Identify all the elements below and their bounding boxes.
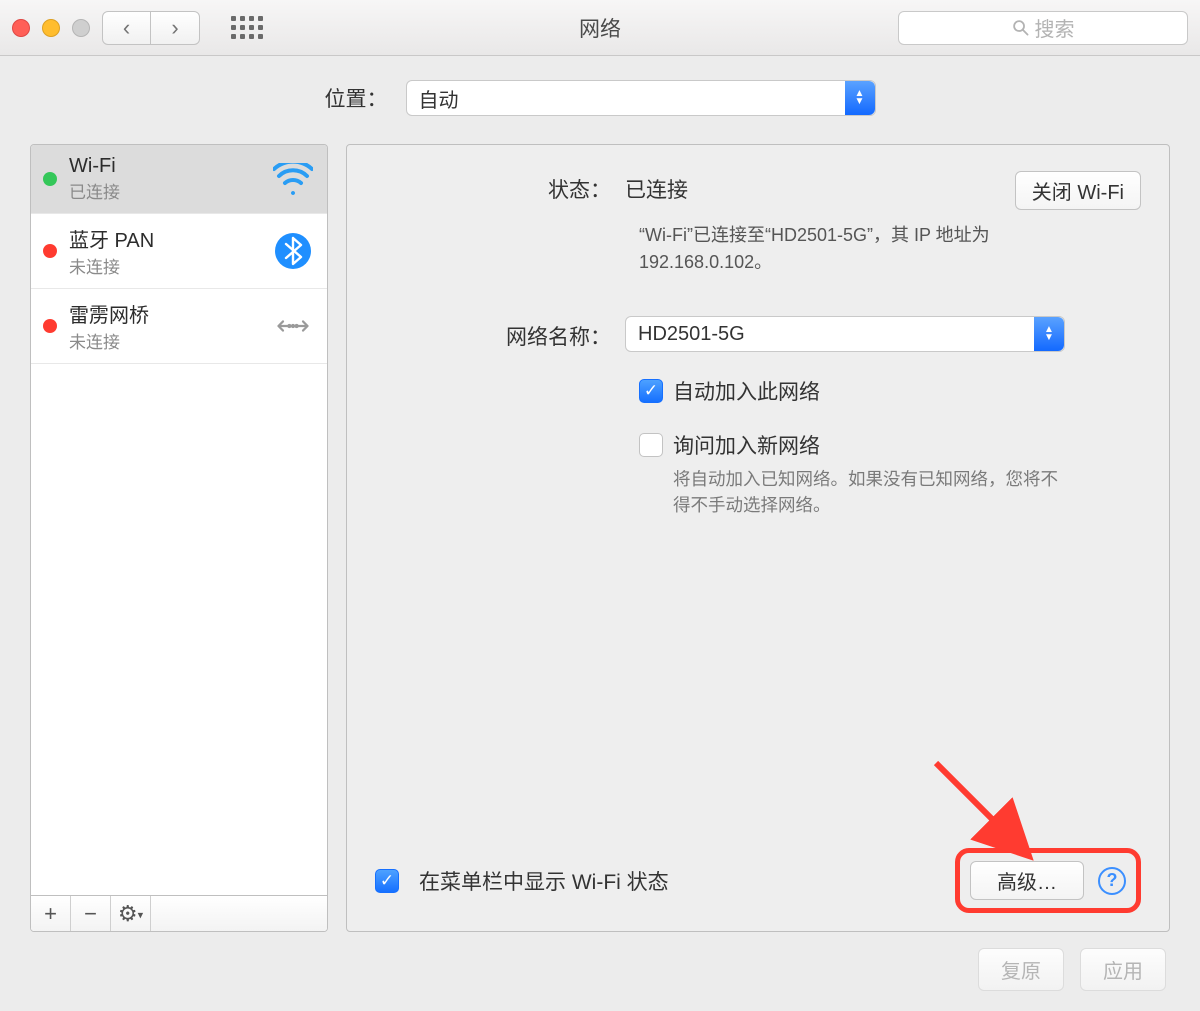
location-label: 位置： bbox=[325, 83, 388, 113]
service-actions-button[interactable]: ⚙︎▾ bbox=[111, 896, 151, 931]
add-service-button[interactable]: + bbox=[31, 896, 71, 931]
grid-icon bbox=[231, 16, 263, 39]
revert-button[interactable]: 复原 bbox=[978, 948, 1064, 991]
search-input[interactable]: 搜索 bbox=[898, 11, 1188, 45]
show-all-button[interactable] bbox=[212, 11, 282, 45]
network-name-value: HD2501-5G bbox=[638, 323, 745, 346]
service-toolbar: + − ⚙︎▾ bbox=[31, 895, 327, 931]
service-item-bluetooth-pan[interactable]: 蓝牙 PAN 未连接 bbox=[31, 214, 327, 289]
service-name: Wi-Fi bbox=[69, 155, 261, 178]
detail-panel: 状态： 已连接 关闭 Wi-Fi “Wi-Fi”已连接至“HD2501-5G”，… bbox=[346, 144, 1170, 932]
status-description: “Wi-Fi”已连接至“HD2501-5G”，其 IP 地址为 192.168.… bbox=[639, 222, 1069, 276]
service-status: 未连接 bbox=[69, 328, 261, 353]
location-select[interactable]: 自动 ▲▼ bbox=[406, 80, 876, 116]
bluetooth-icon bbox=[273, 231, 313, 271]
annotation-highlight: 高级… ? bbox=[955, 848, 1141, 913]
window-controls bbox=[12, 19, 90, 37]
service-status: 已连接 bbox=[69, 178, 261, 203]
service-name: 雷雳网桥 bbox=[69, 299, 261, 328]
chevron-up-down-icon: ▲▼ bbox=[1034, 317, 1064, 351]
search-icon bbox=[1012, 19, 1029, 36]
menubar-checkbox[interactable]: ✓ bbox=[375, 869, 399, 893]
status-dot-icon bbox=[43, 319, 57, 333]
titlebar: ‹ › 网络 搜索 bbox=[0, 0, 1200, 56]
service-name: 蓝牙 PAN bbox=[69, 224, 261, 253]
status-label: 状态： bbox=[375, 171, 625, 204]
status-value: 已连接 bbox=[625, 171, 688, 204]
apply-button[interactable]: 应用 bbox=[1080, 948, 1166, 991]
status-dot-icon bbox=[43, 172, 57, 186]
service-status: 未连接 bbox=[69, 253, 261, 278]
wifi-toggle-button[interactable]: 关闭 Wi-Fi bbox=[1015, 171, 1141, 210]
auto-join-label: 自动加入此网络 bbox=[673, 376, 820, 406]
minimize-window-button[interactable] bbox=[42, 19, 60, 37]
help-button[interactable]: ? bbox=[1098, 867, 1126, 895]
auto-join-checkbox[interactable]: ✓ bbox=[639, 379, 663, 403]
back-button[interactable]: ‹ bbox=[103, 12, 151, 44]
location-value: 自动 bbox=[419, 84, 459, 113]
window-title: 网络 bbox=[579, 13, 621, 43]
close-window-button[interactable] bbox=[12, 19, 30, 37]
remove-service-button[interactable]: − bbox=[71, 896, 111, 931]
status-dot-icon bbox=[43, 244, 57, 258]
ask-join-label: 询问加入新网络 bbox=[673, 430, 820, 460]
service-sidebar: Wi-Fi 已连接 蓝牙 PAN 未连接 bbox=[30, 144, 328, 932]
ask-join-checkbox[interactable] bbox=[639, 433, 663, 457]
service-item-thunderbolt-bridge[interactable]: 雷雳网桥 未连接 bbox=[31, 289, 327, 364]
service-item-wifi[interactable]: Wi-Fi 已连接 bbox=[31, 145, 327, 214]
annotation-arrow-icon bbox=[926, 753, 1046, 873]
location-row: 位置： 自动 ▲▼ bbox=[30, 80, 1170, 116]
ask-join-description: 将自动加入已知网络。如果没有已知网络，您将不得不手动选择网络。 bbox=[673, 466, 1073, 519]
menubar-label: 在菜单栏中显示 Wi-Fi 状态 bbox=[419, 866, 669, 896]
search-placeholder: 搜索 bbox=[1035, 13, 1075, 42]
zoom-window-button[interactable] bbox=[72, 19, 90, 37]
wifi-icon bbox=[273, 159, 313, 199]
thunderbolt-bridge-icon bbox=[273, 306, 313, 346]
forward-button[interactable]: › bbox=[151, 12, 199, 44]
network-name-select[interactable]: HD2501-5G ▲▼ bbox=[625, 316, 1065, 352]
footer: 复原 应用 bbox=[30, 948, 1170, 991]
chevron-up-down-icon: ▲▼ bbox=[845, 81, 875, 115]
nav-buttons: ‹ › bbox=[102, 11, 200, 45]
network-name-label: 网络名称： bbox=[375, 318, 625, 351]
